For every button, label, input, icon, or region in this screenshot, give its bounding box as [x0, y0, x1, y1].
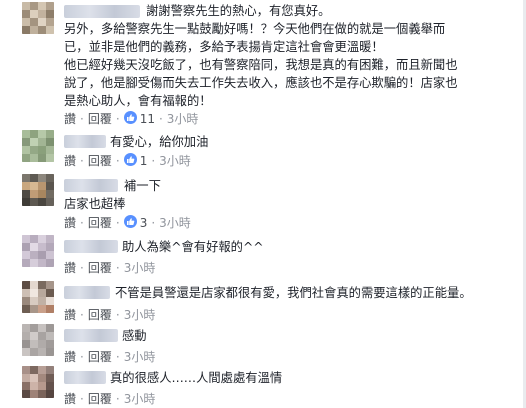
- comment-text: 真的很感人……人間處處有溫情: [110, 371, 283, 385]
- separator: ·: [80, 111, 84, 126]
- timestamp[interactable]: 3小時: [124, 349, 156, 365]
- comment-text: 不管是員警還是店家都很有愛，我們社會真的需要這樣的正能量。: [115, 286, 472, 300]
- like-button[interactable]: 讚: [64, 153, 76, 169]
- like-button[interactable]: 讚: [64, 307, 76, 323]
- comment-actions: 讚 · 回覆 · 3小時: [64, 348, 155, 365]
- timestamp[interactable]: 3小時: [159, 153, 191, 169]
- comment-actions: 讚 · 回覆 · 11 · 3小時: [64, 110, 198, 127]
- comment-text: 有愛心，給你加油: [110, 135, 209, 149]
- avatar[interactable]: [22, 130, 54, 162]
- comment-actions: 讚 · 回覆 · 3小時: [64, 390, 155, 407]
- timestamp[interactable]: 3小時: [124, 307, 156, 323]
- timestamp[interactable]: 3小時: [124, 391, 156, 407]
- reply-button[interactable]: 回覆: [88, 153, 112, 169]
- separator: ·: [80, 391, 84, 406]
- comment-text: 謝謝警察先生的熱心，有您真好。: [146, 4, 331, 18]
- like-button[interactable]: 讚: [64, 111, 76, 127]
- comment-actions: 讚 · 回覆 · 3小時: [64, 306, 155, 323]
- reply-button[interactable]: 回覆: [88, 391, 112, 407]
- like-button[interactable]: 讚: [64, 260, 76, 276]
- timestamp[interactable]: 3小時: [124, 260, 156, 276]
- comment-text: 是熱心助人，會有福報的！: [64, 94, 212, 108]
- thumbs-up-icon[interactable]: [123, 215, 137, 228]
- commenter-name[interactable]: [64, 329, 118, 342]
- reply-button[interactable]: 回覆: [88, 307, 112, 323]
- separator: ·: [115, 307, 120, 322]
- comment-text: 已，並非是他們的義務，多給予表揚肯定這社會會更溫暖！: [64, 40, 384, 54]
- separator: ·: [80, 349, 84, 364]
- like-button[interactable]: 讚: [64, 349, 76, 365]
- comment-text: 他已經好幾天沒吃飯了，也有警察陪同，我想是真的有困難，而且新聞也: [64, 58, 458, 72]
- comment-text: 助人為樂^會有好報的^^: [122, 240, 264, 254]
- avatar[interactable]: [22, 366, 54, 398]
- separator: ·: [115, 349, 120, 364]
- separator: ·: [151, 215, 156, 230]
- comment-actions: 讚 · 回覆 · 3 · 3小時: [64, 214, 191, 231]
- thumbs-up-icon[interactable]: [123, 111, 137, 124]
- like-button[interactable]: 讚: [64, 215, 76, 231]
- separator: ·: [80, 153, 84, 168]
- separator: ·: [115, 111, 120, 126]
- like-count[interactable]: 3: [140, 215, 148, 231]
- reply-button[interactable]: 回覆: [88, 349, 112, 365]
- comment-actions: 讚 · 回覆 · 3小時: [64, 259, 155, 276]
- like-count[interactable]: 11: [140, 111, 155, 127]
- timestamp[interactable]: 3小時: [167, 111, 199, 127]
- comment-text: 說了，他是腳受傷而失去工作失去收入，應該也不是存心欺騙的！店家也: [64, 76, 458, 90]
- avatar[interactable]: [22, 235, 54, 267]
- reply-button[interactable]: 回覆: [88, 111, 112, 127]
- commenter-name[interactable]: [64, 135, 106, 148]
- thumbs-up-icon[interactable]: [123, 153, 137, 166]
- commenter-name[interactable]: [64, 286, 110, 299]
- avatar[interactable]: [22, 2, 54, 34]
- separator: ·: [115, 215, 120, 230]
- reply-button[interactable]: 回覆: [88, 260, 112, 276]
- comment-text: 店家也超棒: [64, 197, 126, 211]
- avatar[interactable]: [22, 281, 54, 313]
- timestamp[interactable]: 3小時: [159, 215, 191, 231]
- separator: ·: [115, 153, 120, 168]
- comment-text: 另外，多給警察先生一點鼓勵好嗎！？今天他們在做的就是一個義舉而: [64, 22, 446, 36]
- separator: ·: [80, 215, 84, 230]
- commenter-name[interactable]: [64, 240, 118, 253]
- comment-text: 補一下: [124, 179, 161, 193]
- avatar[interactable]: [22, 324, 54, 356]
- avatar[interactable]: [22, 174, 54, 206]
- separator: ·: [151, 153, 156, 168]
- separator: ·: [115, 391, 120, 406]
- separator: ·: [80, 260, 84, 275]
- separator: ·: [80, 307, 84, 322]
- separator: ·: [115, 260, 120, 275]
- comment-text: 感動: [122, 329, 147, 343]
- separator: ·: [158, 111, 163, 126]
- like-button[interactable]: 讚: [64, 391, 76, 407]
- like-count[interactable]: 1: [140, 153, 148, 169]
- commenter-name[interactable]: [64, 371, 106, 384]
- commenter-name[interactable]: [64, 179, 118, 192]
- reply-button[interactable]: 回覆: [88, 215, 112, 231]
- commenter-name[interactable]: [64, 5, 140, 18]
- comment-actions: 讚 · 回覆 · 1 · 3小時: [64, 152, 191, 169]
